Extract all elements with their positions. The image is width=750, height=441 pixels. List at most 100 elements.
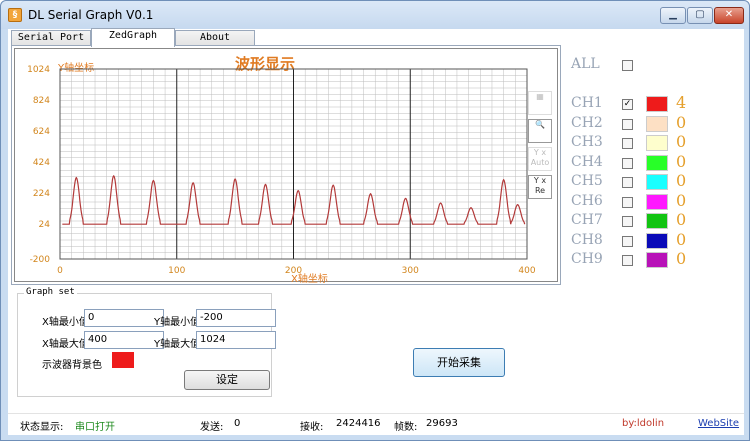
y-tick-label: 224 <box>33 189 50 199</box>
channel-label: CH7 <box>571 212 603 228</box>
status-bar: 状态显示: 串口打开 发送: 0 接收: 2424416 帧数: 29693 b… <box>8 413 744 433</box>
status-label: 状态显示: <box>20 422 64 433</box>
channel-checkbox[interactable] <box>622 177 633 188</box>
window-title: DL Serial Graph V0.1 <box>28 8 154 22</box>
tab-about[interactable]: About <box>175 30 255 46</box>
x-max-label: X轴最大值 <box>42 339 89 350</box>
bg-color-swatch[interactable] <box>112 352 134 368</box>
channel-label: CH5 <box>571 173 603 189</box>
x-tick-label: 400 <box>518 266 535 276</box>
series-peak-point <box>234 178 236 180</box>
channel-all-checkbox[interactable] <box>622 60 633 71</box>
series-peak-point <box>503 179 505 181</box>
series-peak-point <box>332 184 334 186</box>
bg-color-label: 示波器背景色 <box>42 360 102 371</box>
channel-color-swatch[interactable] <box>646 154 668 171</box>
series-peak-point <box>470 207 472 209</box>
channel-label: CH8 <box>571 231 603 248</box>
channel-checkbox[interactable] <box>622 216 633 227</box>
x-tick-label: 300 <box>402 266 419 276</box>
channel-color-swatch[interactable] <box>646 174 668 190</box>
channel-label: CH3 <box>571 134 603 150</box>
channel-row-all: ALL <box>568 56 744 75</box>
series-peak-point <box>369 193 372 195</box>
channel-checkbox[interactable]: ✓ <box>622 99 633 110</box>
channel-color-swatch[interactable] <box>646 252 668 268</box>
channel-checkbox[interactable] <box>622 138 633 149</box>
reset-icon[interactable]: Y x Re <box>528 175 552 199</box>
series-peak-point <box>75 177 77 179</box>
y-tick-label: 824 <box>33 96 50 106</box>
start-capture-button[interactable]: 开始采集 <box>413 348 505 377</box>
channel-value: 4 <box>676 93 687 112</box>
series-peak-point <box>517 204 519 206</box>
channel-label: CH6 <box>571 192 603 209</box>
channel-label: CH4 <box>571 153 603 170</box>
auto-scale-icon[interactable]: Y x Auto <box>528 147 552 171</box>
channel-checkbox[interactable] <box>622 118 633 130</box>
website-link[interactable]: WebSite <box>698 418 739 429</box>
status-state: 串口打开 <box>75 422 115 433</box>
app-window: § DL Serial Graph V0.1 ▁ ▢ ✕ Serial Port… <box>0 0 750 441</box>
channel-panel: ALL CH1 ✓ 4 CH2 0 CH3 0 CH4 0 CH5 0 CH6 0 CH7 0 CH8 0 CH9… <box>568 49 744 294</box>
channel-value: 0 <box>676 132 687 151</box>
client-area: Serial Port ZedGraph About 波形显示 Y轴坐标 X轴坐… <box>8 28 744 435</box>
y-tick-label: 624 <box>33 127 50 137</box>
channel-color-swatch[interactable] <box>646 193 668 210</box>
channel-checkbox[interactable] <box>622 157 633 169</box>
channel-all-label: ALL <box>571 56 600 72</box>
channel-value: 0 <box>676 171 687 190</box>
graph-set-group: Graph set X轴最小值 0 Y轴最小值 -200 X轴最大值 400 Y… <box>17 287 276 397</box>
x-tick-label: 200 <box>285 266 302 276</box>
channel-color-swatch[interactable] <box>646 96 668 112</box>
recv-label: 接收: <box>300 422 324 433</box>
series-peak-point <box>440 202 442 204</box>
channel-checkbox[interactable] <box>622 196 633 208</box>
channel-row-9: CH9 0 <box>568 249 744 270</box>
send-value: 0 <box>234 418 241 429</box>
close-button[interactable]: ✕ <box>714 7 744 24</box>
series-peak-point <box>192 182 194 184</box>
y-tick-label: -200 <box>30 255 51 265</box>
y-min-input[interactable]: -200 <box>196 309 276 327</box>
channel-row-8: CH8 0 <box>568 230 744 251</box>
zoom-icon[interactable]: 🔍 <box>528 119 552 143</box>
channel-color-swatch[interactable] <box>646 135 668 151</box>
channel-value: 0 <box>676 210 687 229</box>
y-tick-label: 1024 <box>27 65 50 75</box>
channel-color-swatch[interactable] <box>646 115 668 132</box>
grid-toggle-icon[interactable]: ▦ <box>528 91 552 115</box>
minimize-button[interactable]: ▁ <box>660 7 686 24</box>
set-button[interactable]: 设定 <box>184 370 270 390</box>
channel-checkbox[interactable] <box>622 235 633 247</box>
y-max-label: Y轴最大值 <box>154 339 201 350</box>
graph-area[interactable]: 波形显示 Y轴坐标 X轴坐标 0 100 200 300 400 1024 824 624 42… <box>14 48 558 285</box>
channel-row-7: CH7 0 <box>568 210 744 231</box>
series-peak-point <box>113 175 115 177</box>
app-icon[interactable]: § <box>8 8 22 22</box>
channel-label: CH9 <box>571 251 603 267</box>
author-label: by:ldolin <box>622 418 665 429</box>
x-tick-label: 0 <box>57 266 63 276</box>
x-tick-label: 100 <box>168 266 185 276</box>
maximize-button[interactable]: ▢ <box>687 7 713 24</box>
channel-row-1: CH1 ✓ 4 <box>568 93 744 114</box>
x-max-input[interactable]: 400 <box>84 331 164 349</box>
series-peak-point <box>404 197 407 200</box>
tab-zedgraph[interactable]: ZedGraph <box>91 28 175 47</box>
x-min-input[interactable]: 0 <box>84 309 164 327</box>
channel-checkbox[interactable] <box>622 255 633 266</box>
channel-value: 0 <box>676 249 687 268</box>
channel-row-2: CH2 0 <box>568 113 744 134</box>
x-min-label: X轴最小值 <box>42 317 89 328</box>
tab-serial-port[interactable]: Serial Port <box>11 30 91 46</box>
zedgraph-panel: 波形显示 Y轴坐标 X轴坐标 0 100 200 300 400 1024 824 624 42… <box>11 45 561 285</box>
frames-value: 29693 <box>426 418 458 429</box>
channel-color-swatch[interactable] <box>646 232 668 249</box>
waveform-chart: 0 100 200 300 400 1024 824 624 424 224 24 -200 <box>27 65 536 276</box>
channel-row-6: CH6 0 <box>568 191 744 212</box>
y-max-input[interactable]: 1024 <box>196 331 276 349</box>
channel-color-swatch[interactable] <box>646 213 668 229</box>
title-bar[interactable]: § DL Serial Graph V0.1 ▁ ▢ ✕ <box>1 1 749 29</box>
channel-row-3: CH3 0 <box>568 132 744 153</box>
